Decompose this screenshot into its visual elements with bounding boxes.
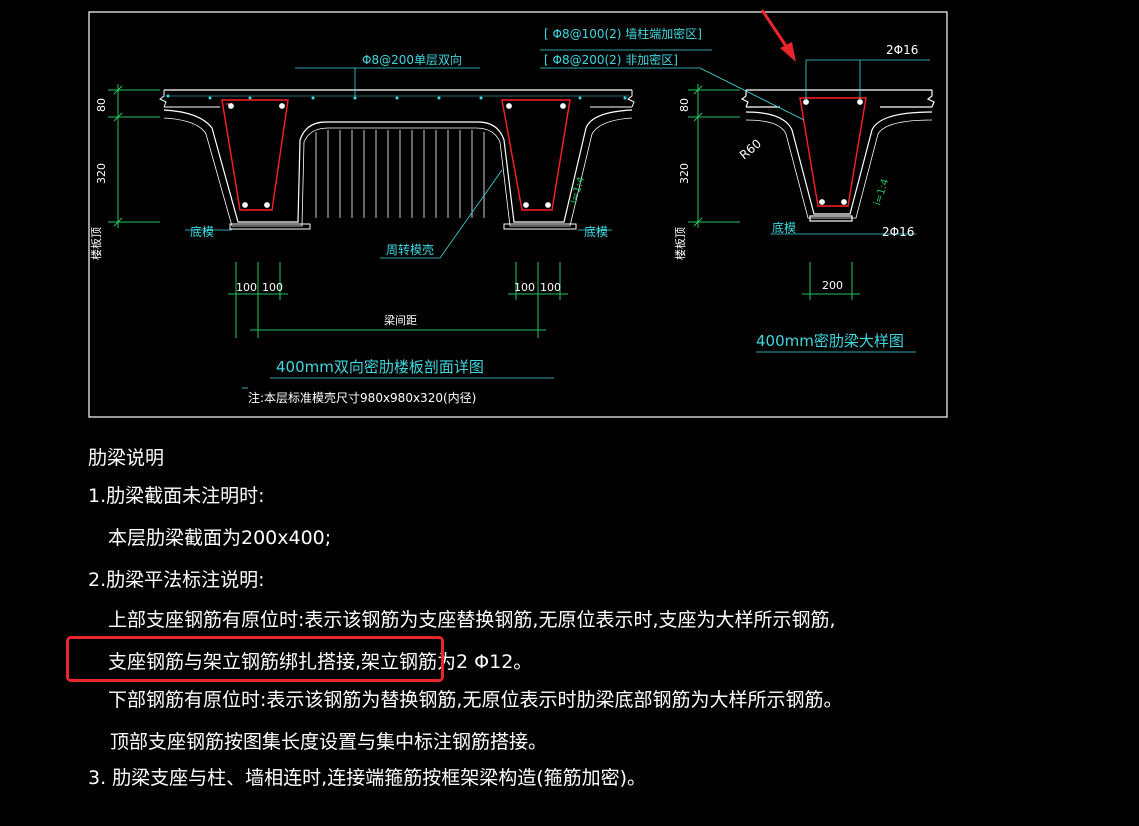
slope-label-left: i=1:4 xyxy=(568,176,587,205)
note-item-1: 1.肋梁截面未注明时: xyxy=(88,485,265,507)
beam-spacing-label: 梁间距 xyxy=(384,313,417,327)
cycle-mold-label: 周转模壳 xyxy=(386,242,434,257)
detail-title: 400mm密肋梁大样图 xyxy=(756,332,904,350)
top-bar-label: 2Φ16 xyxy=(886,43,918,57)
dim-100-d: 100 xyxy=(540,281,561,294)
rib-stirrup-right xyxy=(501,99,571,211)
note-item-3: 3. 肋梁支座与柱、墙相连时,连接端箍筋按框架梁构造(箍筋加密)。 xyxy=(88,767,647,789)
right-dimensions xyxy=(688,84,860,300)
dim-80-left: 80 xyxy=(95,98,108,112)
dim-320-left: 320 xyxy=(95,163,108,184)
bottom-form-detail: 底模 xyxy=(772,220,796,235)
mold-note: 注:本层标准模壳尺寸980x980x320(内径) xyxy=(248,390,476,405)
slope-label-right: i=1:4 xyxy=(872,178,891,207)
bottom-bar-label: 2Φ16 xyxy=(882,225,914,239)
rib-detail xyxy=(740,89,935,222)
floor-level-left: 楼板顶 xyxy=(89,227,103,260)
note-item-2-line-3: 下部钢筋有原位时:表示该钢筋为替换钢筋,无原位表示时肋梁底部钢筋为大样所示钢筋。 xyxy=(108,689,843,711)
note-item-2: 2.肋梁平法标注说明: xyxy=(88,569,265,591)
section-title: 400mm双向密肋楼板剖面详图 xyxy=(276,358,484,376)
notes-heading: 肋梁说明 xyxy=(88,447,165,469)
floor-level-right: 楼板顶 xyxy=(673,227,687,260)
top-mesh-label: Φ8@200单层双向 xyxy=(362,52,462,67)
stirrup-normal-label: [ Φ8@200(2) 非加密区] xyxy=(544,52,678,67)
dim-320-right: 320 xyxy=(678,163,691,184)
note-item-2-line-4: 顶部支座钢筋按图集长度设置与集中标注钢筋搭接。 xyxy=(110,731,548,753)
note-item-2-line-1: 上部支座钢筋有原位时:表示该钢筋为支座替换钢筋,无原位表示时,支座为大样所示钢筋… xyxy=(108,609,836,631)
dim-80-right: 80 xyxy=(678,98,691,112)
stirrup-dense-label: [ Φ8@100(2) 墙柱端加密区] xyxy=(544,26,702,41)
dim-100-a: 100 xyxy=(236,281,257,294)
highlight-box xyxy=(66,636,444,682)
radius-label: R60 xyxy=(737,136,764,162)
dim-200: 200 xyxy=(822,279,843,292)
bottom-form-right: 底模 xyxy=(584,224,608,239)
dim-100-b: 100 xyxy=(262,281,283,294)
bottom-form-left: 底模 xyxy=(190,224,214,239)
dim-100-c: 100 xyxy=(514,281,535,294)
note-item-1-sub: 本层肋梁截面为200x400; xyxy=(108,527,332,549)
rib-stirrup-left xyxy=(221,99,289,211)
pointer-arrow-icon xyxy=(760,9,796,62)
